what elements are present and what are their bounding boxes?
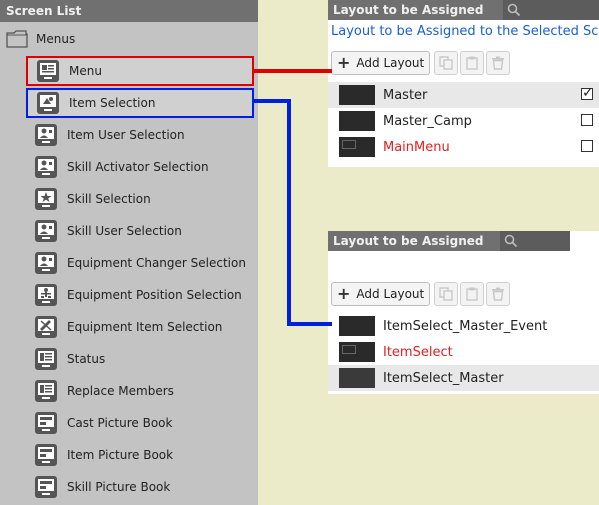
layout-thumbnail: [339, 368, 375, 388]
layout-search-input[interactable]: [503, 0, 599, 20]
screen-item-cast-picture-book[interactable]: Cast Picture Book: [26, 408, 254, 438]
copy-layout-button[interactable]: [434, 51, 459, 75]
screen-item-label: Skill Selection: [67, 192, 151, 206]
panel-title: Layout to be Assigned: [328, 231, 500, 251]
item-selection-icon: [37, 92, 59, 114]
layout-checkbox[interactable]: [581, 114, 593, 126]
screen-item-equipment-position-selection[interactable]: Equipment Position Selection: [26, 280, 254, 310]
layout-thumbnail: [339, 342, 375, 362]
screen-item-label: Item User Selection: [67, 128, 185, 142]
add-layout-label: Add Layout: [356, 287, 425, 301]
blue-connector-line: [254, 99, 332, 326]
copy-layout-button[interactable]: [434, 282, 459, 306]
screen-item-label: Equipment Position Selection: [67, 288, 242, 302]
add-layout-button[interactable]: + Add Layout: [331, 282, 431, 306]
menus-folder[interactable]: Menus: [6, 27, 75, 51]
screen-item-label: Status: [67, 352, 106, 366]
screen-item-label: Menu: [69, 64, 102, 78]
layout-row[interactable]: ItemSelect: [328, 339, 599, 365]
layout-checkbox[interactable]: [581, 140, 593, 152]
panel-subtitle: Layout to be Assigned to the Selected Sc…: [331, 24, 599, 39]
delete-layout-button[interactable]: [486, 51, 511, 75]
layout-thumbnail: [339, 111, 375, 131]
screen-item-skill-user-selection[interactable]: Skill User Selection: [26, 216, 254, 246]
layout-name: ItemSelect_Master_Event: [383, 318, 548, 334]
folder-label: Menus: [36, 32, 76, 46]
screen-item-equipment-changer-selection[interactable]: Equipment Changer Selection: [26, 248, 254, 278]
search-icon: [504, 234, 518, 248]
status-icon: [35, 348, 57, 370]
equipment-item-icon: [35, 316, 57, 338]
layout-panel-top: Layout to be Assigned Layout to be Assig…: [328, 0, 599, 167]
layout-thumbnail: [339, 316, 375, 336]
picture-book-icon: [35, 476, 57, 498]
screen-item-status[interactable]: Status: [26, 344, 254, 374]
screen-item-label: Item Selection: [69, 96, 156, 110]
layout-name: MainMenu: [383, 139, 450, 155]
menu-screen-icon: [37, 60, 59, 82]
trash-icon: [492, 287, 505, 301]
layout-row[interactable]: Master_Camp: [328, 108, 599, 134]
layout-toolbar: + Add Layout: [331, 51, 511, 75]
layout-row[interactable]: Master: [328, 82, 599, 108]
screen-item-skill-picture-book[interactable]: Skill Picture Book: [26, 472, 254, 502]
screen-item-label: Skill User Selection: [67, 224, 182, 238]
user-selection-icon: [35, 124, 57, 146]
layout-name: ItemSelect_Master: [383, 370, 504, 386]
panel-title: Layout to be Assigned: [328, 0, 503, 20]
delete-layout-button[interactable]: [486, 282, 511, 306]
screen-item-label: Cast Picture Book: [67, 416, 173, 430]
layout-thumbnail: [339, 85, 375, 105]
paste-layout-button[interactable]: [460, 282, 485, 306]
screen-item-label: Replace Members: [67, 384, 174, 398]
plus-icon: +: [337, 53, 351, 72]
screen-item-menu[interactable]: Menu: [26, 56, 254, 86]
screen-list-panel: Screen List Menus Menu Item Selection It…: [0, 0, 258, 505]
skill-selection-icon: [35, 188, 57, 210]
layout-row[interactable]: ItemSelect_Master: [328, 365, 599, 391]
user-selection-icon: [35, 220, 57, 242]
screen-item-replace-members[interactable]: Replace Members: [26, 376, 254, 406]
trash-icon: [492, 56, 505, 70]
copy-icon: [439, 56, 453, 70]
clipboard-icon: [466, 287, 478, 301]
screen-item-item-user-selection[interactable]: Item User Selection: [26, 120, 254, 150]
folder-icon: [6, 30, 28, 48]
user-selection-icon: [35, 156, 57, 178]
layout-name: Master_Camp: [383, 113, 472, 129]
screen-item-item-selection[interactable]: Item Selection: [26, 88, 254, 118]
layout-name: Master: [383, 87, 428, 103]
add-layout-label: Add Layout: [356, 56, 425, 70]
screen-item-skill-activator-selection[interactable]: Skill Activator Selection: [26, 152, 254, 182]
screen-item-equipment-item-selection[interactable]: Equipment Item Selection: [26, 312, 254, 342]
layout-row[interactable]: MainMenu: [328, 134, 599, 160]
add-layout-button[interactable]: + Add Layout: [331, 51, 431, 75]
screen-item-label: Skill Picture Book: [67, 480, 171, 494]
picture-book-icon: [35, 444, 57, 466]
status-icon: [35, 380, 57, 402]
screen-list-title: Screen List: [0, 0, 258, 22]
paste-layout-button[interactable]: [460, 51, 485, 75]
layout-row[interactable]: ItemSelect_Master_Event: [328, 313, 599, 339]
layout-panel-bottom: Layout to be Assigned + Add Layout ItemS…: [328, 231, 599, 394]
clipboard-icon: [466, 56, 478, 70]
search-icon: [507, 3, 521, 17]
user-selection-icon: [35, 252, 57, 274]
screen-item-skill-selection[interactable]: Skill Selection: [26, 184, 254, 214]
screen-item-label: Equipment Item Selection: [67, 320, 223, 334]
screen-item-label: Skill Activator Selection: [67, 160, 209, 174]
picture-book-icon: [35, 412, 57, 434]
copy-icon: [439, 287, 453, 301]
layout-toolbar: + Add Layout: [331, 282, 511, 306]
layout-thumbnail: [339, 137, 375, 157]
screen-item-item-picture-book[interactable]: Item Picture Book: [26, 440, 254, 470]
plus-icon: +: [337, 284, 351, 303]
layout-name: ItemSelect: [383, 344, 453, 360]
layout-checkbox[interactable]: [581, 85, 594, 101]
equipment-position-icon: [35, 284, 57, 306]
screen-item-label: Item Picture Book: [67, 448, 174, 462]
screen-item-label: Equipment Changer Selection: [67, 256, 246, 270]
layout-search-input[interactable]: [500, 231, 570, 251]
